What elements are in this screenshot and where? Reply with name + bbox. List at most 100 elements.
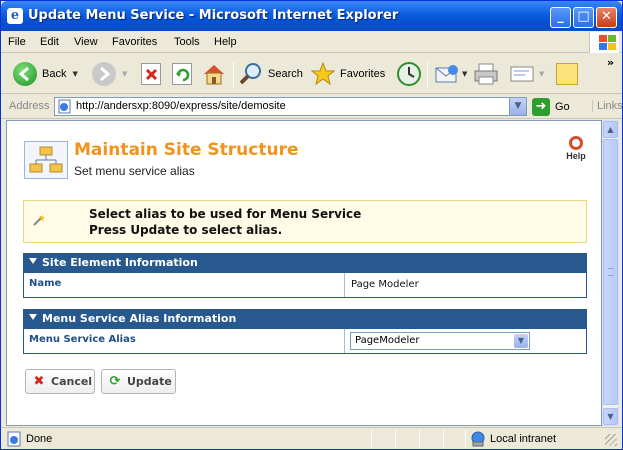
section-header-site-element[interactable]: Site Element Information <box>23 253 587 273</box>
collapse-triangle-icon <box>29 258 37 264</box>
window-title: Update Menu Service - Microsoft Internet… <box>28 8 399 23</box>
ie-app-icon[interactable]: e <box>7 8 23 24</box>
info-line-2: Press Update to select alias. <box>89 223 283 237</box>
chevron-down-icon[interactable]: ▼ <box>514 334 528 348</box>
go-button[interactable]: ➜ Go <box>532 97 570 117</box>
back-dropdown-icon[interactable]: ▼ <box>72 70 77 78</box>
address-input[interactable]: http://andersxp:8090/express/site/demosi… <box>54 97 527 116</box>
mail-button[interactable]: ▼ <box>434 60 467 88</box>
minimize-button[interactable]: _ <box>550 7 571 28</box>
edit-page-icon <box>510 66 534 82</box>
menu-favorites[interactable]: Favorites <box>112 36 157 48</box>
cancel-button[interactable]: ✖ Cancel <box>25 369 95 394</box>
section-title: Site Element Information <box>42 256 198 269</box>
section-header-menu-service-alias[interactable]: Menu Service Alias Information <box>23 309 587 329</box>
maximize-button[interactable]: □ <box>573 7 594 28</box>
search-label: Search <box>268 68 303 80</box>
status-divider <box>443 430 444 448</box>
status-divider <box>395 430 396 448</box>
mail-dropdown-icon[interactable]: ▼ <box>462 70 467 78</box>
title-bar[interactable]: e Update Menu Service - Microsoft Intern… <box>1 1 622 31</box>
edit-dropdown-icon[interactable]: ▼ <box>539 70 544 78</box>
field-label: Name <box>29 278 62 289</box>
links-button[interactable]: Links <box>592 100 623 112</box>
zone-text: Local intranet <box>490 433 557 445</box>
alias-select[interactable]: PageModeler ▼ <box>350 332 530 350</box>
page-title: Maintain Site Structure <box>74 140 299 160</box>
mail-icon <box>435 65 458 83</box>
page-content: Maintain Site Structure Set menu service… <box>6 120 602 426</box>
back-label: Back <box>42 68 67 80</box>
windows-logo-icon <box>589 32 619 53</box>
back-button[interactable]: Back ▼ <box>13 60 78 88</box>
magic-wand-icon <box>33 214 45 226</box>
scroll-grip <box>608 268 614 276</box>
home-button[interactable] <box>202 60 226 88</box>
browser-window: e Update Menu Service - Microsoft Intern… <box>0 0 623 450</box>
toolbar-separator <box>233 62 234 88</box>
menu-help[interactable]: Help <box>214 36 237 48</box>
address-url: http://andersxp:8090/express/site/demosi… <box>76 100 286 112</box>
field-row-alias: Menu Service Alias PageModeler ▼ <box>23 329 587 354</box>
status-text: Done <box>26 433 53 445</box>
close-button[interactable]: ✕ <box>596 7 617 28</box>
go-label: Go <box>555 101 570 113</box>
address-bar: Address http://andersxp:8090/express/sit… <box>1 95 623 119</box>
scroll-thumb[interactable] <box>603 139 618 405</box>
star-icon <box>311 62 335 86</box>
status-divider <box>465 430 466 448</box>
address-dropdown-icon[interactable]: ▼ <box>509 98 526 115</box>
menu-file[interactable]: File <box>8 36 26 48</box>
scroll-up-arrow-icon[interactable]: ▲ <box>603 121 618 138</box>
edit-button[interactable]: ▼ <box>509 60 544 88</box>
search-icon <box>239 63 261 85</box>
stop-button[interactable] <box>141 60 161 88</box>
refresh-icon <box>172 63 192 85</box>
resize-grip[interactable] <box>605 434 617 446</box>
local-intranet-icon <box>471 431 485 447</box>
help-label: Help <box>566 151 586 161</box>
field-label-cell: Menu Service Alias <box>24 329 345 353</box>
update-button[interactable]: ⟳ Update <box>101 369 176 394</box>
vertical-scrollbar[interactable]: ▲ ▼ <box>602 120 619 426</box>
forward-button[interactable]: ▼ <box>92 60 127 88</box>
cancel-label: Cancel <box>51 375 93 388</box>
cancel-x-icon: ✖ <box>33 373 45 389</box>
back-arrow-icon <box>13 62 37 86</box>
field-row-name: Name Page Modeler <box>23 273 587 298</box>
field-label-cell: Name <box>24 273 345 297</box>
scroll-down-arrow-icon[interactable]: ▼ <box>603 408 618 425</box>
note-icon <box>556 63 578 85</box>
toolbar-separator <box>427 62 428 88</box>
favorites-button[interactable]: Favorites <box>311 60 385 88</box>
menu-view[interactable]: View <box>74 36 98 48</box>
lifebuoy-icon <box>569 136 583 150</box>
status-divider <box>419 430 420 448</box>
status-bar: Done Local intranet <box>1 427 622 449</box>
field-value-name: Page Modeler <box>351 279 419 290</box>
refresh-button[interactable] <box>172 60 192 88</box>
printer-icon <box>474 63 498 85</box>
messenger-button[interactable] <box>556 60 578 88</box>
forward-dropdown-icon[interactable]: ▼ <box>122 70 127 78</box>
search-button[interactable]: Search <box>239 60 303 88</box>
section-title: Menu Service Alias Information <box>42 312 237 325</box>
info-line-1: Select alias to be used for Menu Service <box>89 207 362 221</box>
menu-tools[interactable]: Tools <box>174 36 200 48</box>
toolbar: Back ▼ ▼ Search Favorites ▼ ▼ » <box>1 54 622 94</box>
update-refresh-icon: ⟳ <box>109 373 121 389</box>
help-button[interactable]: Help <box>563 136 589 161</box>
go-arrow-icon: ➜ <box>532 98 550 116</box>
history-button[interactable] <box>396 60 422 88</box>
status-divider <box>371 430 372 448</box>
update-label: Update <box>127 375 172 388</box>
address-label: Address <box>9 100 50 112</box>
ie-page-icon <box>7 431 21 447</box>
page-icon <box>58 99 71 114</box>
print-button[interactable] <box>473 60 499 88</box>
collapse-triangle-icon <box>29 314 37 320</box>
alias-select-value: PageModeler <box>355 335 420 346</box>
menu-edit[interactable]: Edit <box>40 36 59 48</box>
toolbar-overflow-chevron[interactable]: » <box>607 56 614 69</box>
stop-icon <box>141 63 161 85</box>
